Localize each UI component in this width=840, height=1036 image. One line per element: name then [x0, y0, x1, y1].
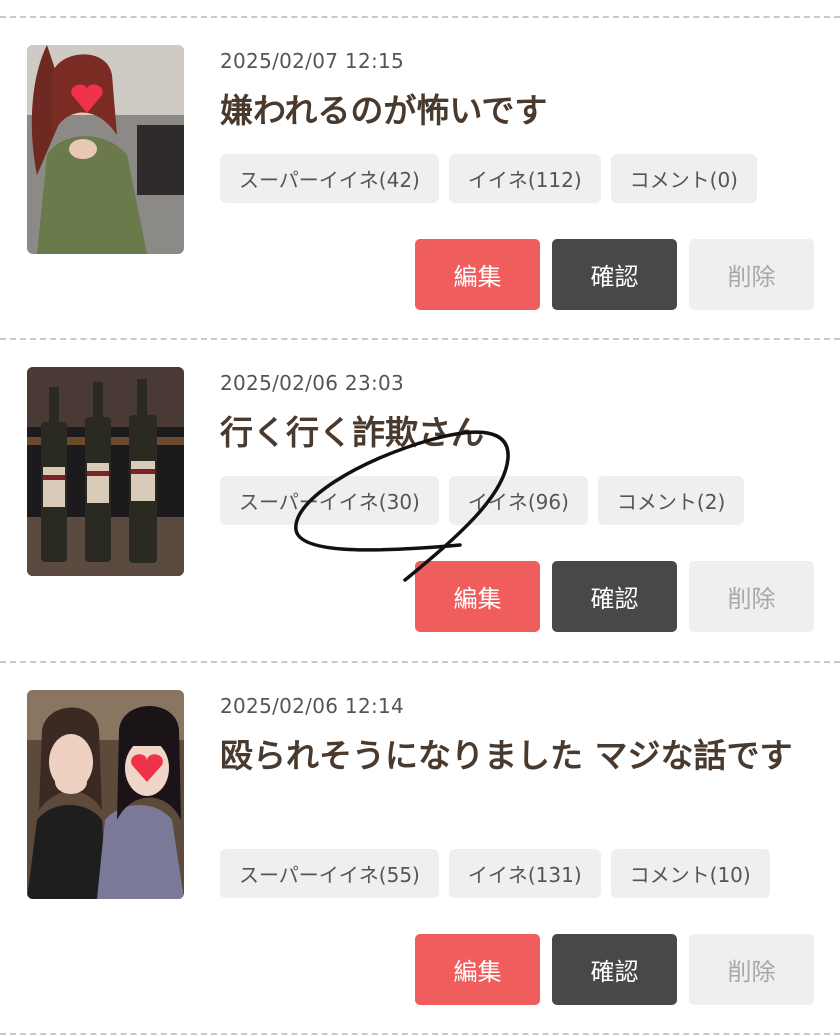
like-chip[interactable]: イイネ(96) — [448, 476, 588, 525]
delete-button[interactable]: 削除 — [689, 934, 814, 1005]
comment-chip[interactable]: コメント(0) — [610, 154, 757, 203]
post-item: 2025/02/06 12:14 殴られそうになりました マジな話です スーパー… — [0, 661, 840, 1033]
edit-button[interactable]: 編集 — [415, 934, 540, 1005]
like-chip[interactable]: イイネ(112) — [448, 154, 601, 203]
post-date: 2025/02/07 12:15 — [220, 49, 405, 73]
post-date: 2025/02/06 23:03 — [220, 371, 405, 395]
check-button[interactable]: 確認 — [552, 239, 677, 310]
check-button[interactable]: 確認 — [552, 561, 677, 632]
post-date: 2025/02/06 12:14 — [220, 694, 405, 718]
post-item: 2025/02/07 12:15 嫌われるのが怖いです スーパーイイネ(42) … — [0, 16, 840, 338]
delete-button[interactable]: 削除 — [689, 561, 814, 632]
super-like-chip[interactable]: スーパーイイネ(42) — [220, 154, 439, 203]
like-chip[interactable]: イイネ(131) — [448, 849, 601, 898]
divider — [0, 1033, 840, 1035]
super-like-chip[interactable]: スーパーイイネ(55) — [220, 849, 439, 898]
comment-chip[interactable]: コメント(10) — [610, 849, 770, 898]
edit-button[interactable]: 編集 — [415, 239, 540, 310]
post-title[interactable]: 殴られそうになりました マジな話です — [220, 733, 820, 779]
post-thumbnail[interactable] — [27, 367, 184, 576]
check-button[interactable]: 確認 — [552, 934, 677, 1005]
post-title[interactable]: 嫌われるのが怖いです — [220, 88, 820, 134]
post-title[interactable]: 行く行く詐欺さん — [220, 410, 820, 456]
super-like-chip[interactable]: スーパーイイネ(30) — [220, 476, 439, 525]
edit-button[interactable]: 編集 — [415, 561, 540, 632]
post-thumbnail[interactable] — [27, 690, 184, 899]
post-item: 2025/02/06 23:03 行く行く詐欺さん スーパーイイネ(30) イイ… — [0, 338, 840, 660]
post-thumbnail[interactable] — [27, 45, 184, 254]
comment-chip[interactable]: コメント(2) — [597, 476, 745, 525]
delete-button[interactable]: 削除 — [689, 239, 814, 310]
